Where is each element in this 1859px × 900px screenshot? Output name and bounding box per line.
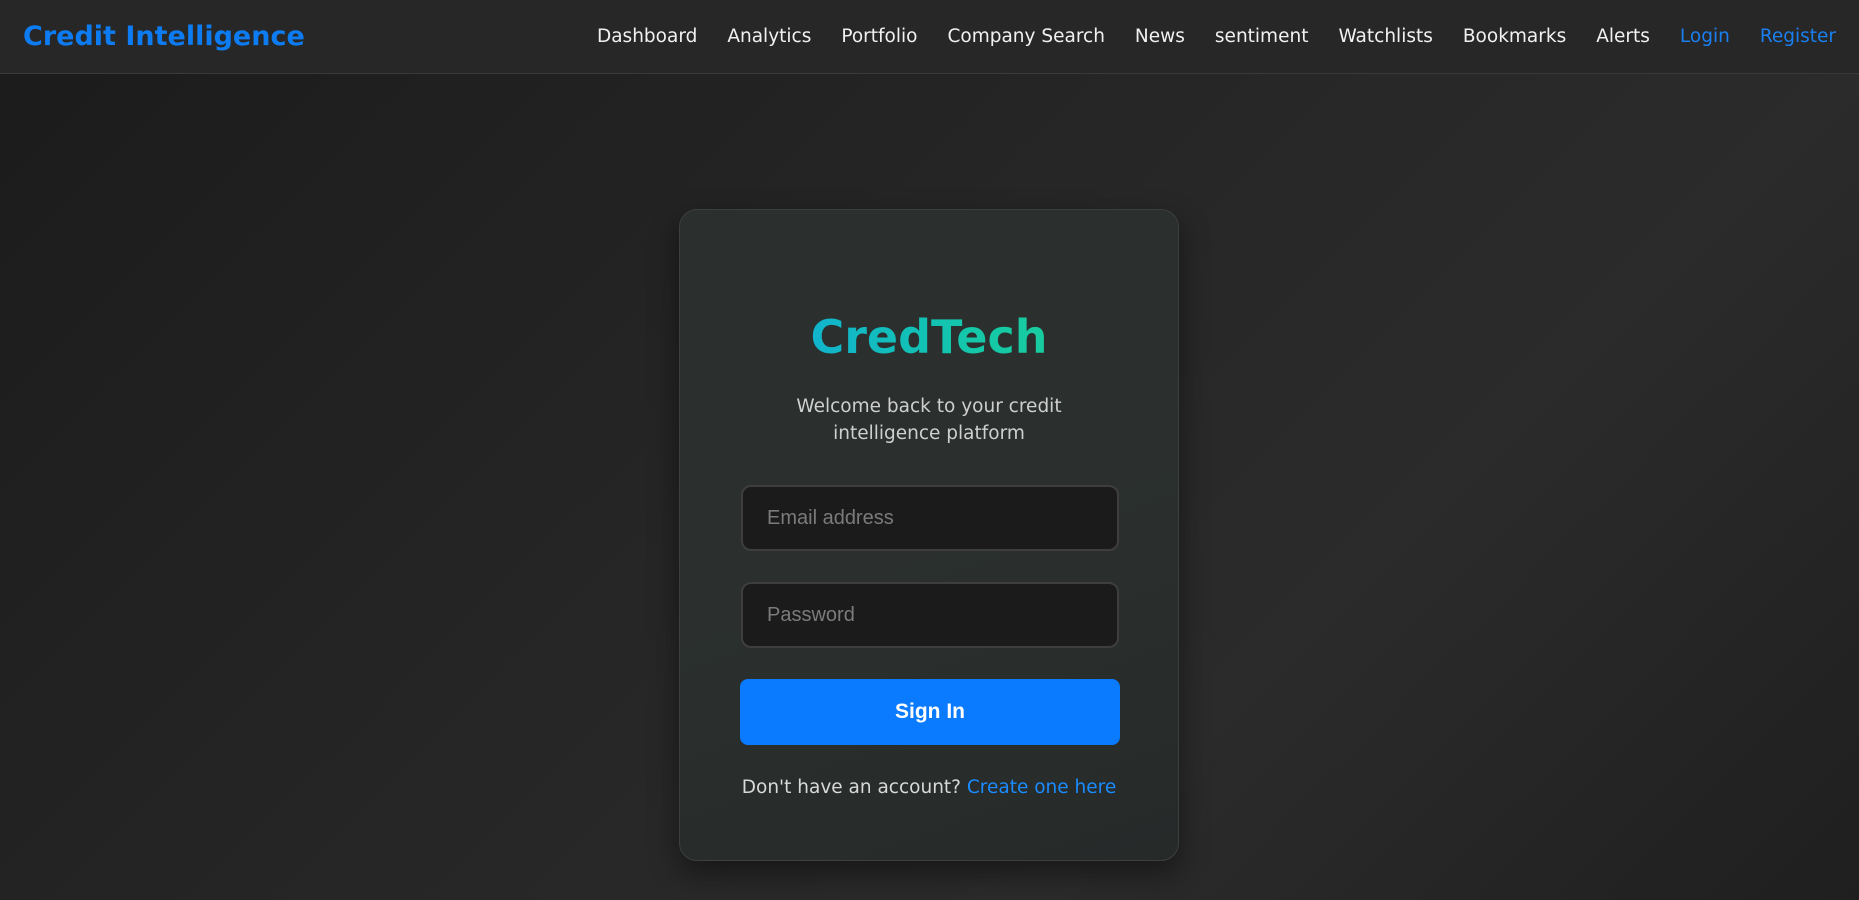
register-prompt-text: Don't have an account? — [741, 777, 961, 798]
login-subtitle: Welcome back to your credit intelligence… — [796, 396, 1062, 444]
nav-link-sentiment[interactable]: sentiment — [1215, 26, 1309, 47]
nav-link-watchlists[interactable]: Watchlists — [1338, 26, 1432, 47]
top-navbar: Credit Intelligence Dashboard Analytics … — [0, 0, 1859, 74]
brand-logo-link[interactable]: Credit Intelligence — [23, 21, 305, 52]
nav-link-alerts[interactable]: Alerts — [1596, 26, 1650, 47]
login-title: CredTech — [680, 310, 1178, 364]
nav-link-bookmarks[interactable]: Bookmarks — [1463, 26, 1566, 47]
sign-in-button[interactable]: Sign In — [740, 679, 1120, 745]
nav-link-login[interactable]: Login — [1680, 26, 1730, 47]
register-prompt: Don't have an account? Create one here — [680, 777, 1178, 798]
nav-link-company-search[interactable]: Company Search — [947, 26, 1104, 47]
nav-link-portfolio[interactable]: Portfolio — [841, 26, 917, 47]
nav-link-register[interactable]: Register — [1760, 26, 1836, 47]
password-input[interactable] — [741, 582, 1119, 648]
email-input[interactable] — [741, 485, 1119, 551]
nav-link-analytics[interactable]: Analytics — [727, 26, 811, 47]
nav-link-news[interactable]: News — [1135, 26, 1185, 47]
nav-link-dashboard[interactable]: Dashboard — [597, 26, 697, 47]
create-account-link[interactable]: Create one here — [967, 777, 1116, 798]
nav-links: Dashboard Analytics Portfolio Company Se… — [597, 26, 1836, 47]
login-card: CredTech Welcome back to your credit int… — [679, 209, 1179, 861]
